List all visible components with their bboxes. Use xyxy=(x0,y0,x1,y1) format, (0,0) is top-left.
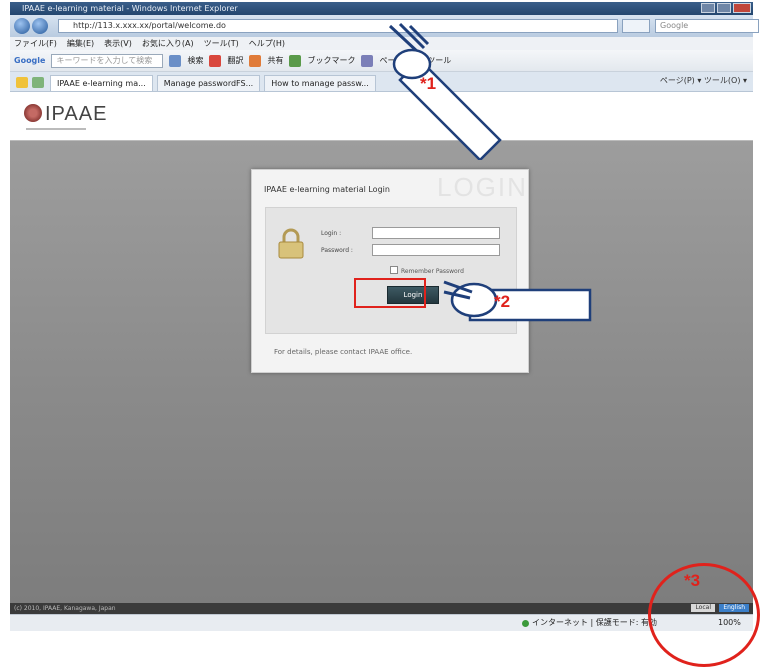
logo-subtitle-line xyxy=(26,128,86,130)
logo-text: IPAAE xyxy=(45,103,108,125)
page-icon[interactable] xyxy=(361,54,374,67)
google-placeholder: キーワードを入力して検索 xyxy=(56,55,153,65)
share-icon[interactable] xyxy=(249,54,262,67)
window-title: IPAAE e-learning material - Windows Inte… xyxy=(22,4,238,13)
minimize-button[interactable] xyxy=(701,3,715,13)
annotation-2: *2 xyxy=(494,292,511,311)
tab-label: Manage passwordFS... xyxy=(163,79,254,88)
login-label: Login : xyxy=(321,230,342,237)
search-placeholder: Google xyxy=(660,21,689,30)
toolbar-bookmark[interactable]: ブックマーク xyxy=(307,55,355,66)
maximize-button[interactable] xyxy=(717,3,731,13)
contact-note: For details, please contact IPAAE office… xyxy=(274,348,413,356)
forward-button[interactable] xyxy=(32,18,48,34)
address-url: http://113.x.xxx.xx/portal/welcome.do xyxy=(73,21,226,30)
password-input[interactable] xyxy=(372,244,500,256)
toolbar-search[interactable]: 検索 xyxy=(187,55,203,66)
site-footer: (c) 2010, IPAAE, Kanagawa, Japan Local E… xyxy=(10,603,753,614)
login-input[interactable] xyxy=(372,227,500,239)
back-button[interactable] xyxy=(14,18,30,34)
toolbar-translate[interactable]: 翻訳 xyxy=(227,55,243,66)
search-input[interactable]: Google xyxy=(655,19,759,33)
tab-label: How to manage passw... xyxy=(271,79,369,88)
tab-ipaae[interactable]: IPAAE e-learning ma... xyxy=(50,75,153,91)
logo-emblem-icon xyxy=(24,104,42,122)
tab-manage-password[interactable]: Manage passwordFS... xyxy=(156,75,261,91)
menu-tools[interactable]: ツール(T) xyxy=(204,37,239,50)
google-label: Google xyxy=(14,56,46,65)
window-title-bar: IPAAE e-learning material - Windows Inte… xyxy=(10,2,753,15)
menu-favorites[interactable]: お気に入り(A) xyxy=(142,37,194,50)
login-button-highlight xyxy=(354,278,426,308)
menu-help[interactable]: ヘルプ(H) xyxy=(249,37,285,50)
menu-file[interactable]: ファイル(F) xyxy=(14,37,57,50)
password-label: Password : xyxy=(321,247,353,254)
favorites-star-icon[interactable] xyxy=(16,77,28,88)
search-icon[interactable] xyxy=(169,54,182,67)
refresh-stop-buttons[interactable] xyxy=(622,19,650,33)
pointing-hand-1-icon xyxy=(388,22,502,160)
close-window-button[interactable] xyxy=(733,3,751,13)
ipaae-logo: IPAAE xyxy=(24,103,107,126)
tab-how-to-manage[interactable]: How to manage passw... xyxy=(264,75,376,91)
annotation-3: *3 xyxy=(684,571,701,590)
add-favorites-icon[interactable] xyxy=(32,77,44,88)
google-search-input[interactable]: キーワードを入力して検索 xyxy=(51,53,164,68)
toolbar-share[interactable]: 共有 xyxy=(267,55,283,66)
internet-zone-icon xyxy=(522,620,529,627)
command-bar[interactable]: ページ(P) ▾ ツール(O) ▾ xyxy=(660,75,747,86)
remember-checkbox[interactable] xyxy=(390,266,398,274)
login-watermark: LOGIN xyxy=(437,172,528,202)
menu-view[interactable]: 表示(V) xyxy=(104,37,132,50)
padlock-icon xyxy=(278,228,304,259)
login-title: IPAAE e-learning material Login xyxy=(264,185,390,194)
annotation-1: *1 xyxy=(420,74,437,93)
status-zone: インターネット | 保護モード: 有効 xyxy=(532,618,658,627)
pointing-hand-2-icon xyxy=(443,280,592,322)
menu-edit[interactable]: 編集(E) xyxy=(67,37,94,50)
footer-copyright: (c) 2010, IPAAE, Kanagawa, Japan xyxy=(14,605,116,612)
window-controls xyxy=(701,3,751,14)
tab-label: IPAAE e-learning ma... xyxy=(57,79,146,88)
status-bar: インターネット | 保護モード: 有効 100% xyxy=(10,614,753,631)
bookmark-icon[interactable] xyxy=(289,54,302,67)
lang-highlight-circle xyxy=(648,563,760,667)
translate-icon[interactable] xyxy=(209,54,222,67)
